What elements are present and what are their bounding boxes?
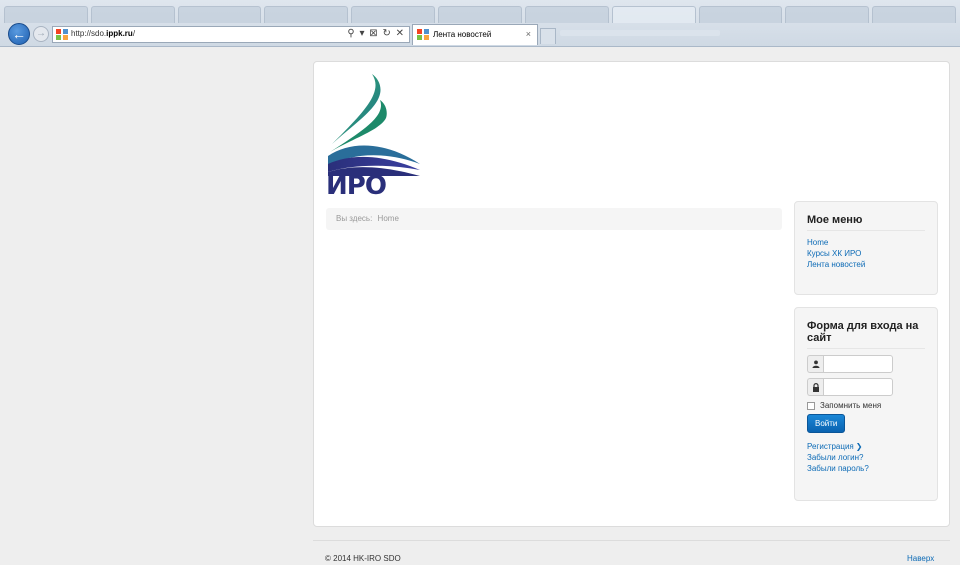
browser-tab[interactable]: [611, 6, 696, 23]
arrow-right-icon: →: [36, 28, 46, 39]
joomla-favicon-icon: [56, 29, 68, 40]
menu-list: Home Курсы ХК ИРО Лента новостей: [807, 237, 925, 270]
user-icon: [807, 355, 823, 373]
breadcrumb-home[interactable]: Home: [378, 214, 399, 223]
register-link-label: Регистрация: [807, 442, 854, 451]
login-button[interactable]: Войти: [807, 414, 846, 433]
close-tab-icon[interactable]: ×: [526, 29, 531, 39]
browser-tab[interactable]: [698, 6, 783, 23]
password-input[interactable]: [823, 378, 893, 396]
menu-title: Мое меню: [807, 214, 925, 231]
breadcrumb-prefix: Вы здесь:: [336, 214, 373, 223]
svg-text:ИРО: ИРО: [326, 171, 386, 196]
forward-button[interactable]: →: [33, 26, 49, 42]
breadcrumb: Вы здесь: Home: [326, 208, 782, 230]
active-browser-tab[interactable]: Лента новостей ×: [412, 24, 538, 45]
browser-tab[interactable]: [90, 6, 175, 23]
footer-divider: [313, 540, 950, 541]
forgot-password-link[interactable]: Забыли пароль?: [807, 463, 925, 474]
address-bar[interactable]: http://sdo.ippk.ru/ ⚲ ▾ ⊠ ↻ ✕: [52, 26, 410, 43]
username-input[interactable]: [823, 355, 893, 373]
browser-tab[interactable]: [4, 6, 88, 23]
navigation-bar: ← → http://sdo.ippk.ru/ ⚲ ▾ ⊠ ↻ ✕ Лента …: [0, 22, 960, 46]
password-row: [807, 378, 893, 396]
remember-me: Запомнить меня: [807, 401, 925, 410]
menu-item-news-feed[interactable]: Лента новостей: [807, 259, 925, 270]
back-to-top-link[interactable]: Наверх: [907, 554, 934, 563]
browser-tab[interactable]: [438, 6, 522, 23]
menu-item-courses[interactable]: Курсы ХК ИРО: [807, 248, 925, 259]
address-tools[interactable]: ⚲ ▾ ⊠ ↻ ✕: [347, 28, 405, 39]
background-tabs: [0, 0, 960, 23]
url-text: http://sdo.ippk.ru/: [71, 29, 136, 38]
login-links: Регистрация ❯ Забыли логин? Забыли пароль…: [807, 441, 925, 474]
blurred-hint-text: [560, 30, 720, 36]
browser-chrome: ← → http://sdo.ippk.ru/ ⚲ ▾ ⊠ ↻ ✕ Лента …: [0, 0, 960, 47]
chevron-right-icon: ❯: [855, 442, 863, 451]
remember-me-label: Запомнить меня: [820, 401, 882, 410]
register-link[interactable]: Регистрация ❯: [807, 441, 925, 452]
lock-icon: [807, 378, 823, 396]
my-menu-module: Мое меню Home Курсы ХК ИРО Лента новосте…: [794, 201, 938, 295]
browser-tab[interactable]: [524, 6, 609, 23]
username-row: [807, 355, 893, 373]
browser-tab[interactable]: [177, 6, 262, 23]
login-module: Форма для входа на сайт Запомнить меня В…: [794, 307, 938, 501]
browser-tab[interactable]: [264, 6, 349, 23]
back-button[interactable]: ←: [8, 23, 30, 45]
browser-tab[interactable]: [351, 6, 436, 23]
iro-logo[interactable]: ИРО: [324, 72, 424, 196]
new-tab-button[interactable]: [540, 28, 556, 44]
tab-title: Лента новостей: [433, 30, 492, 39]
menu-item-home[interactable]: Home: [807, 237, 925, 248]
copyright-text: © 2014 HK-IRO SDO: [325, 554, 401, 563]
browser-tab[interactable]: [785, 6, 870, 23]
login-title: Форма для входа на сайт: [807, 320, 925, 349]
browser-tab[interactable]: [872, 6, 956, 23]
joomla-favicon-icon: [417, 29, 429, 40]
forgot-login-link[interactable]: Забыли логин?: [807, 452, 925, 463]
page-container: ИРО Вы здесь: Home Мое меню Home Курсы Х…: [313, 61, 950, 527]
remember-me-checkbox[interactable]: [807, 401, 815, 410]
arrow-left-icon: ←: [12, 26, 26, 42]
